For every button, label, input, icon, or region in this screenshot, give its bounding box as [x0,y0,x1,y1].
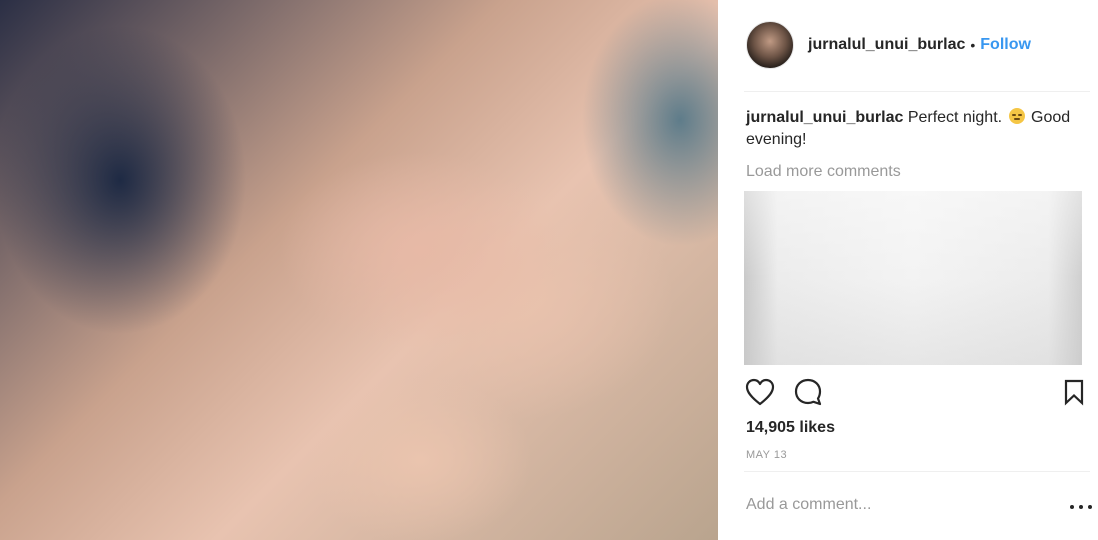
comment-button[interactable] [792,376,824,408]
relieved-face-emoji-icon [1008,108,1025,124]
header-divider [744,91,1090,92]
post-caption: jurnalul_unui_burlac Perfect night. Good… [746,107,1086,151]
comment-icon [794,378,822,406]
caption-text: Perfect night. [907,109,1003,126]
save-button[interactable] [1058,376,1090,408]
post-header: jurnalul_unui_burlac • Follow [746,20,1031,70]
more-options-button[interactable] [1070,497,1092,517]
post-photo[interactable] [0,0,718,540]
caption-username[interactable]: jurnalul_unui_burlac [746,109,903,126]
add-comment-input[interactable] [746,496,1046,514]
post-actions [744,376,1090,408]
header-separator: • [970,37,976,53]
blurred-comments-area [744,191,1082,365]
heart-icon [745,378,775,406]
load-more-comments-link[interactable]: Load more comments [746,163,901,181]
more-options-icon-dot [1079,505,1083,509]
avatar[interactable] [746,21,794,69]
likes-count[interactable]: 14,905 likes [746,419,835,437]
post-date[interactable]: MAY 13 [746,449,787,461]
like-button[interactable] [744,376,776,408]
post-side-panel: jurnalul_unui_burlac • Follow jurnalul_u… [718,0,1098,540]
more-options-icon [1070,505,1074,509]
follow-button[interactable]: Follow [980,36,1031,54]
header-username[interactable]: jurnalul_unui_burlac [808,36,965,54]
more-options-icon-dot [1088,505,1092,509]
comment-divider [744,471,1090,472]
bookmark-icon [1064,379,1084,406]
